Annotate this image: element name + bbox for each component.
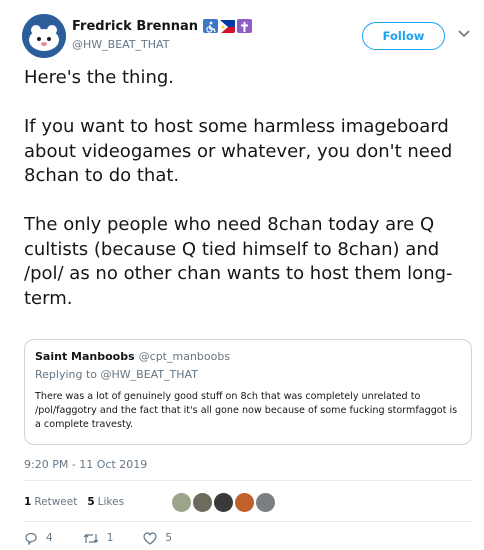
tweet-actions: 4 1 5 bbox=[24, 530, 202, 546]
divider bbox=[24, 521, 472, 522]
tweet-paragraph: Here's the thing. bbox=[24, 67, 175, 88]
reply-count: 4 bbox=[46, 532, 53, 544]
likes-stat[interactable]: 5 Likes bbox=[87, 496, 124, 508]
retweet-action-count: 1 bbox=[106, 532, 114, 544]
tweet-header: Fredrick Brennan @HW_BEAT_THAT Follow bbox=[22, 14, 472, 58]
liker-avatar[interactable] bbox=[214, 492, 234, 512]
avatar[interactable] bbox=[22, 14, 66, 58]
reply-button[interactable]: 4 bbox=[24, 532, 53, 545]
latin-cross-icon bbox=[237, 19, 253, 33]
tweet-stats: 1 Retweet 5 Likes bbox=[24, 488, 276, 516]
retweet-button[interactable]: 1 bbox=[83, 532, 114, 545]
tweet-text: Here's the thing. If you want to host so… bbox=[24, 66, 474, 336]
wheelchair-symbol-icon bbox=[203, 19, 219, 33]
liker-avatar[interactable] bbox=[235, 492, 255, 512]
author-display-name[interactable]: Fredrick Brennan bbox=[72, 19, 198, 34]
liker-avatar[interactable] bbox=[256, 492, 276, 512]
tweet-timestamp[interactable]: 9:20 PM - 11 Oct 2019 bbox=[24, 458, 147, 471]
liker-avatar[interactable] bbox=[193, 492, 213, 512]
heart-icon bbox=[143, 531, 157, 545]
likes-label: Likes bbox=[97, 496, 125, 508]
quoted-display-name: Saint Manboobs bbox=[35, 350, 135, 363]
author-name-emojis bbox=[203, 19, 253, 33]
tweet-paragraph: The only people who need 8chan today are… bbox=[24, 214, 453, 309]
tweet-paragraph: If you want to host some harmless imageb… bbox=[24, 116, 453, 186]
like-button[interactable]: 5 bbox=[143, 531, 173, 545]
quoted-text: There was a lot of genuinely good stuff … bbox=[35, 391, 458, 430]
retweet-stat[interactable]: 1 Retweet bbox=[24, 496, 77, 508]
divider bbox=[24, 480, 472, 481]
retweet-count: 1 bbox=[24, 496, 32, 508]
author-names: Fredrick Brennan @HW_BEAT_THAT bbox=[72, 16, 253, 51]
retweet-label: Retweet bbox=[34, 496, 78, 508]
likes-count: 5 bbox=[87, 496, 95, 508]
like-action-count: 5 bbox=[165, 532, 173, 544]
chevron-down-icon[interactable] bbox=[458, 30, 470, 38]
author-handle[interactable]: @HW_BEAT_THAT bbox=[72, 38, 252, 51]
liker-avatars bbox=[172, 492, 276, 512]
avatar-image bbox=[22, 14, 66, 58]
quoted-replying-to: Replying to @HW_BEAT_THAT bbox=[35, 368, 198, 381]
philippines-flag-icon bbox=[220, 19, 236, 33]
quoted-handle: @cpt_manboobs bbox=[138, 350, 231, 363]
liker-avatar[interactable] bbox=[172, 492, 192, 512]
reply-icon bbox=[25, 532, 37, 545]
quoted-tweet[interactable]: Saint Manboobs @cpt_manboobs Replying to… bbox=[24, 339, 472, 445]
follow-button[interactable]: Follow bbox=[362, 22, 445, 50]
retweet-icon bbox=[83, 533, 99, 543]
